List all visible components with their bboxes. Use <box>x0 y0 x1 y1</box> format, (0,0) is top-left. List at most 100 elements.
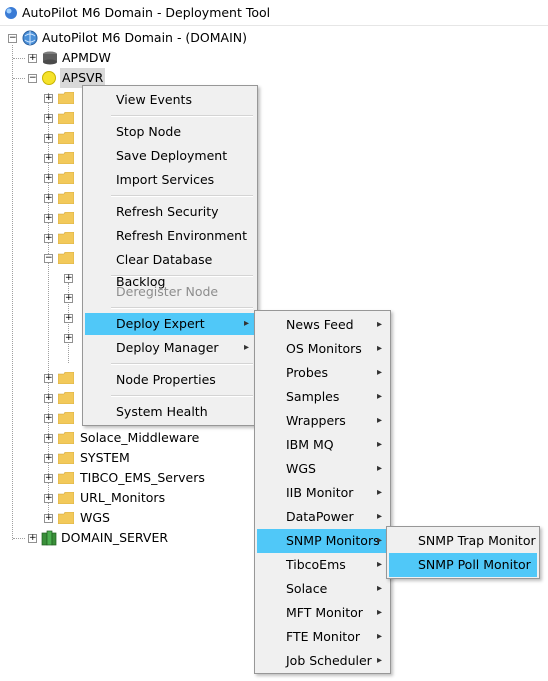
submenu-item-job-scheduler[interactable]: Job Scheduler ▸ <box>257 649 388 673</box>
folder-icon <box>58 492 74 504</box>
folder-label: URL_Monitors <box>80 490 166 505</box>
tree-node-folder[interactable]: + <box>44 108 84 128</box>
tree-node-url-monitors[interactable]: + URL_Monitors <box>44 488 244 508</box>
expand-icon[interactable]: + <box>64 314 73 323</box>
folder-icon <box>58 392 74 404</box>
submenu-item-wrappers[interactable]: Wrappers ▸ <box>257 409 388 433</box>
submenu-arrow-icon: ▸ <box>376 583 382 594</box>
expand-icon[interactable]: + <box>64 334 73 343</box>
submenu-item-wgs[interactable]: WGS ▸ <box>257 457 388 481</box>
tree-node-root[interactable]: − AutoPilot M6 Domain - (DOMAIN) <box>0 28 400 48</box>
collapse-icon[interactable]: − <box>8 34 17 43</box>
folder-open-icon <box>58 252 74 264</box>
menu-item-stop-node[interactable]: Stop Node <box>85 121 255 143</box>
submenu-item-datapower[interactable]: DataPower ▸ <box>257 505 388 529</box>
tree-node-folder[interactable]: + <box>44 208 84 228</box>
tree-node-apmdw[interactable]: + APMDW <box>0 48 200 68</box>
database-icon <box>43 51 57 65</box>
folder-icon <box>58 132 74 144</box>
submenu-item-probes[interactable]: Probes ▸ <box>257 361 388 385</box>
expand-icon[interactable]: + <box>28 534 37 543</box>
submenu-item-solace[interactable]: Solace ▸ <box>257 577 388 601</box>
tree-node-folder[interactable]: + <box>44 88 84 108</box>
expand-icon[interactable]: + <box>64 294 73 303</box>
expand-icon[interactable]: + <box>44 114 53 123</box>
expand-icon[interactable]: + <box>44 394 53 403</box>
expand-icon[interactable]: + <box>44 234 53 243</box>
menu-item-system-health[interactable]: System Health <box>85 401 255 423</box>
tree-node-folder-open[interactable]: − <box>44 248 84 268</box>
menu-item-refresh-security[interactable]: Refresh Security <box>85 201 255 223</box>
submenu-item-tibcoems[interactable]: TibcoEms ▸ <box>257 553 388 577</box>
expand-icon[interactable]: + <box>44 514 53 523</box>
expand-icon[interactable]: + <box>44 414 53 423</box>
menu-item-save-deployment[interactable]: Save Deployment <box>85 145 255 167</box>
tree-node-leaf[interactable]: + <box>64 288 84 308</box>
submenu-item-fte-monitor[interactable]: FTE Monitor ▸ <box>257 625 388 649</box>
folder-icon <box>58 472 74 484</box>
tree-node-folder[interactable]: + <box>44 368 84 388</box>
submenu-item-samples[interactable]: Samples ▸ <box>257 385 388 409</box>
menu-separator <box>111 115 253 117</box>
menu-item-deploy-manager[interactable]: Deploy Manager ▸ <box>85 337 255 359</box>
tree-node-folder[interactable]: + <box>44 128 84 148</box>
menu-item-deregister-node[interactable]: Deregister Node <box>85 281 255 303</box>
folder-icon <box>58 232 74 244</box>
submenu-item-mft-monitor[interactable]: MFT Monitor ▸ <box>257 601 388 625</box>
tree-node-wgs[interactable]: + WGS <box>44 508 244 528</box>
expand-icon[interactable]: + <box>44 494 53 503</box>
submenu-arrow-icon: ▸ <box>376 655 382 666</box>
tree-node-solace-middleware[interactable]: + Solace_Middleware <box>44 428 264 448</box>
tree-node-folder[interactable]: + <box>44 388 84 408</box>
expand-icon[interactable]: + <box>64 274 73 283</box>
submenu-arrow-icon: ▸ <box>376 439 382 450</box>
menu-item-clear-database-backlog[interactable]: Clear Database Backlog <box>85 249 255 289</box>
tree-node-folder[interactable]: + <box>44 148 84 168</box>
collapse-icon[interactable]: − <box>44 254 53 263</box>
submenu-item-iib-monitor[interactable]: IIB Monitor ▸ <box>257 481 388 505</box>
collapse-icon[interactable]: − <box>28 74 37 83</box>
expand-icon[interactable]: + <box>44 214 53 223</box>
tree-node-leaf[interactable]: + <box>64 308 84 328</box>
expand-icon[interactable]: + <box>44 194 53 203</box>
menu-item-deploy-expert[interactable]: Deploy Expert ▸ <box>85 313 255 335</box>
submenu-item-os-monitors[interactable]: OS Monitors ▸ <box>257 337 388 361</box>
tree-node-leaf[interactable]: + <box>64 268 84 288</box>
tree-node-folder[interactable]: + <box>44 228 84 248</box>
expand-icon[interactable]: + <box>44 134 53 143</box>
tree-node-system[interactable]: + SYSTEM <box>44 448 244 468</box>
menu-item-import-services[interactable]: Import Services <box>85 169 255 191</box>
expand-icon[interactable]: + <box>44 374 53 383</box>
folder-icon <box>58 432 74 444</box>
menu-item-refresh-environment[interactable]: Refresh Environment <box>85 225 255 247</box>
expand-icon[interactable]: + <box>44 474 53 483</box>
tree-node-tibco-ems-servers[interactable]: + TIBCO_EMS_Servers <box>44 468 244 488</box>
expand-icon[interactable]: + <box>44 174 53 183</box>
menu-separator <box>111 275 253 277</box>
tree-node-domain-server[interactable]: + DOMAIN_SERVER <box>0 528 200 548</box>
expand-icon[interactable]: + <box>44 454 53 463</box>
submenu-item-snmp-monitors[interactable]: SNMP Monitors ▸ <box>257 529 388 553</box>
apmdw-label: APMDW <box>62 50 111 65</box>
submenu-arrow-icon: ▸ <box>376 391 382 402</box>
tree-node-leaf[interactable]: + <box>64 328 84 348</box>
expand-icon[interactable]: + <box>44 154 53 163</box>
submenu-item-news-feed[interactable]: News Feed ▸ <box>257 313 388 337</box>
menu-item-view-events[interactable]: View Events <box>85 89 255 111</box>
folder-icon <box>58 412 74 424</box>
tree-node-folder[interactable]: + <box>44 168 84 188</box>
folder-icon <box>58 92 74 104</box>
submenu-arrow-icon: ▸ <box>243 342 249 353</box>
submenu-arrow-icon: ▸ <box>376 607 382 618</box>
expand-icon[interactable]: + <box>44 434 53 443</box>
submenu-item-snmp-poll-monitor[interactable]: SNMP Poll Monitor <box>389 553 537 577</box>
app-icon <box>5 7 17 19</box>
submenu-item-ibm-mq[interactable]: IBM MQ ▸ <box>257 433 388 457</box>
expand-icon[interactable]: + <box>44 94 53 103</box>
tree-node-folder[interactable]: + <box>44 188 84 208</box>
tree-node-folder[interactable]: + <box>44 408 84 428</box>
submenu-arrow-icon: ▸ <box>376 511 382 522</box>
menu-item-node-properties[interactable]: Node Properties <box>85 369 255 391</box>
expand-icon[interactable]: + <box>28 54 37 63</box>
submenu-item-snmp-trap-monitor[interactable]: SNMP Trap Monitor <box>389 529 537 553</box>
